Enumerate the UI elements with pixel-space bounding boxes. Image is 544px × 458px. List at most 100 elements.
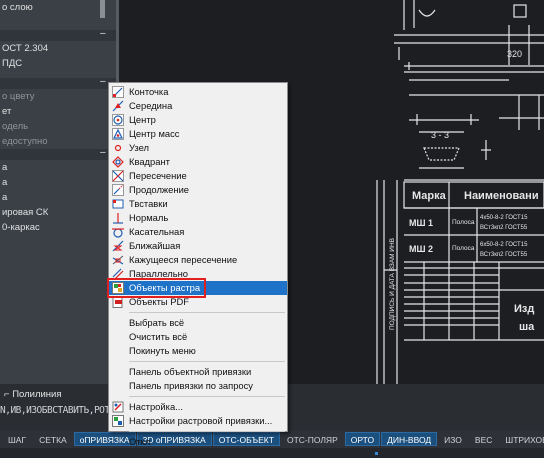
property-row[interactable]: одель (0, 119, 116, 134)
menu-item-label: Центр (129, 114, 156, 125)
property-row[interactable]: 0-каркас (0, 220, 116, 235)
menu-item[interactable]: Объекты растра (109, 281, 287, 295)
menu-separator (129, 361, 285, 362)
command-name: Полилиния (12, 389, 62, 400)
collapse-section-icon[interactable]: − (0, 29, 116, 41)
menu-item-label: Середина (129, 100, 173, 111)
menu-item-label: Откл (129, 436, 151, 447)
menu-item[interactable]: Центр масс (109, 127, 287, 141)
menu-item[interactable]: Твставки (109, 197, 287, 211)
table-header-name: Наименовани (464, 190, 539, 202)
properties-panel: о слою − ОСТ 2.304 ПДС − о цвету ет одел… (0, 0, 116, 384)
table-cell: Полоса (452, 245, 475, 252)
menu-item[interactable]: Панель привязки по запросу (109, 379, 287, 393)
property-row[interactable]: о цвету (0, 89, 116, 104)
property-row[interactable]: едоступно (0, 134, 116, 149)
menu-item[interactable]: Касательная (109, 225, 287, 239)
collapse-section-icon[interactable]: − (0, 77, 116, 89)
menu-item[interactable]: Параллельно (109, 267, 287, 281)
menu-item[interactable]: Пересечение (109, 169, 287, 183)
command-prompt-icon: ⌐ (4, 389, 13, 400)
object-snap-context-menu: Конточка Середина Центр Центр масс Узел Квадр… (108, 82, 288, 447)
menu-item[interactable]: Нормаль (109, 211, 287, 225)
parallel-icon (112, 268, 124, 280)
menu-item[interactable]: Объекты PDF (109, 295, 287, 309)
menu-item-label: Пересечение (129, 170, 187, 181)
menu-item[interactable]: Очистить всё (109, 330, 287, 344)
menu-item-label: Очистить всё (129, 331, 188, 342)
menu-separator (129, 431, 285, 432)
menu-item[interactable]: Настройка... (109, 400, 287, 414)
stamp-text: ша (519, 321, 535, 333)
property-row[interactable]: а (0, 175, 116, 190)
property-row[interactable] (0, 15, 116, 30)
menu-item[interactable]: Выбрать всё (109, 316, 287, 330)
menu-item-label: Нормаль (129, 212, 169, 223)
menu-item-label: Продолжение (129, 184, 190, 195)
menu-separator (129, 312, 285, 313)
menu-item[interactable]: Центр (109, 113, 287, 127)
table-cell: 4x50-8-2 ГОСТ15 (480, 215, 528, 221)
centroid-icon (112, 128, 124, 140)
menu-item[interactable]: Квадрант (109, 155, 287, 169)
menu-item[interactable]: Продолжение (109, 183, 287, 197)
scrollbar-thumb[interactable] (100, 0, 105, 18)
status-toggle-5[interactable]: ОТС-ПОЛЯР (281, 432, 344, 446)
menu-item-label: Ближайшая (129, 240, 181, 251)
stamp-text: Изд (514, 303, 534, 315)
menu-item[interactable]: Настройки растровой привязки... (109, 414, 287, 428)
command-history-line: ⌐ Полилиния (4, 389, 62, 400)
center-icon (112, 114, 124, 126)
table-cell: МШ 2 (409, 244, 433, 254)
menu-item[interactable]: Панель объектной привязки (109, 365, 287, 379)
node-icon (112, 142, 124, 154)
midpoint-icon (112, 100, 124, 112)
menu-item-label: Кажущееся пересечение (129, 254, 238, 265)
vertical-frame-text: ПОДПИСЬ И ДАТА ВЗАМ ИНВ (389, 238, 396, 330)
settings-icon (112, 401, 124, 413)
collapse-section-icon[interactable]: − (0, 148, 116, 160)
property-row[interactable]: о слою (0, 0, 116, 15)
raster-settings-icon (112, 415, 124, 427)
nearest-icon (112, 240, 124, 252)
property-row[interactable]: ПДС (0, 56, 116, 71)
endpoint-icon (112, 86, 124, 98)
status-toggle-0[interactable]: ШАГ (2, 432, 32, 446)
raster-objects-icon (112, 282, 124, 294)
property-row[interactable]: ет (0, 104, 116, 119)
status-toggle-1[interactable]: СЕТКА (33, 432, 73, 446)
status-toggle-7[interactable]: ДИН-ВВОД (381, 432, 438, 446)
table-cell: ВСт3кп2 ГОСТ55 (480, 252, 528, 258)
insertion-icon (112, 198, 124, 210)
menu-item-label: Квадрант (129, 156, 170, 167)
menu-item[interactable]: Откл (109, 435, 287, 449)
menu-separator (129, 396, 285, 397)
menu-item-label: Настройка... (129, 401, 183, 412)
perpendicular-icon (112, 212, 124, 224)
property-row[interactable]: а (0, 160, 116, 175)
table-cell: ВСт3кп2 ГОСТ55 (480, 225, 528, 231)
menu-item-label: Выбрать всё (129, 317, 185, 328)
menu-item[interactable]: Конточка (109, 85, 287, 99)
property-row[interactable]: а (0, 190, 116, 205)
property-row[interactable]: ОСТ 2.304 (0, 41, 116, 56)
menu-item-label: Панель привязки по запросу (129, 380, 253, 391)
status-toggle-6[interactable]: ОРТО (344, 432, 381, 446)
menu-item[interactable]: Кажущееся пересечение (109, 253, 287, 267)
status-toggle-8[interactable]: ИЗО (438, 432, 468, 446)
extension-icon (112, 184, 124, 196)
menu-item[interactable]: Покинуть меню (109, 344, 287, 358)
pdf-objects-icon (112, 296, 124, 308)
table-cell: 6x50-8-2 ГОСТ15 (480, 242, 528, 248)
table-header-mark: Марка (412, 190, 447, 202)
indicator-dot (375, 452, 378, 455)
menu-item[interactable]: Ближайшая (109, 239, 287, 253)
dimension-text: 320 (507, 49, 522, 59)
menu-item-label: Узел (129, 142, 149, 153)
menu-item[interactable]: Узел (109, 141, 287, 155)
status-toggle-10[interactable]: ШТРИХОВКА (499, 432, 544, 446)
menu-item[interactable]: Середина (109, 99, 287, 113)
menu-item-label: Конточка (129, 86, 169, 97)
status-toggle-9[interactable]: ВЕС (469, 432, 498, 446)
property-row[interactable]: ировая СК (0, 205, 116, 220)
